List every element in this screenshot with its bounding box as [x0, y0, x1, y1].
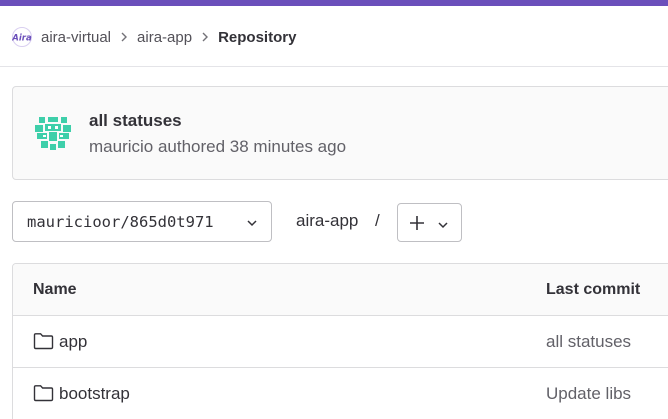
chevron-down-icon [437, 218, 449, 233]
svg-text:Aira: Aira [12, 34, 32, 44]
row-last-commit[interactable]: Update libs [546, 384, 631, 404]
repo-path[interactable]: aira-app [296, 211, 358, 231]
identicon-avatar[interactable] [33, 113, 73, 153]
branch-name: mauricioor/865d0t971 [27, 212, 214, 231]
file-link-bootstrap[interactable]: bootstrap [59, 384, 130, 404]
chevron-down-icon [246, 216, 258, 231]
table-row[interactable]: app all statuses [13, 316, 668, 368]
row-last-commit[interactable]: all statuses [546, 332, 631, 352]
add-file-dropdown-button[interactable] [397, 203, 462, 242]
top-accent-bar [0, 0, 668, 6]
column-header-last-commit: Last commit [546, 281, 641, 298]
commit-title[interactable]: all statuses [89, 111, 182, 131]
table-row[interactable]: bootstrap Update libs [13, 368, 668, 419]
folder-icon [33, 384, 54, 407]
plus-icon [409, 215, 425, 234]
last-commit-panel: all statuses mauricio authored 38 minute… [12, 86, 668, 180]
file-tree-table: Name Last commit app all statuses bootst… [12, 263, 668, 419]
path-separator: / [375, 211, 380, 230]
header-divider [0, 66, 668, 67]
column-header-name: Name [33, 281, 77, 298]
aira-logo-icon[interactable]: Aira [12, 27, 32, 47]
breadcrumb-item-aira-app[interactable]: aira-app [137, 29, 192, 46]
branch-selector[interactable]: mauricioor/865d0t971 [12, 201, 272, 242]
folder-icon [33, 332, 54, 355]
commit-meta: mauricio authored 38 minutes ago [89, 137, 347, 156]
breadcrumb: Aira aira-virtual aira-app Repository [12, 22, 296, 52]
file-link-app[interactable]: app [59, 332, 87, 352]
chevron-right-icon [201, 32, 209, 42]
breadcrumb-item-repository[interactable]: Repository [218, 29, 296, 46]
chevron-right-icon [120, 32, 128, 42]
table-header-row: Name Last commit [13, 264, 668, 316]
breadcrumb-item-aira-virtual[interactable]: aira-virtual [41, 29, 111, 46]
